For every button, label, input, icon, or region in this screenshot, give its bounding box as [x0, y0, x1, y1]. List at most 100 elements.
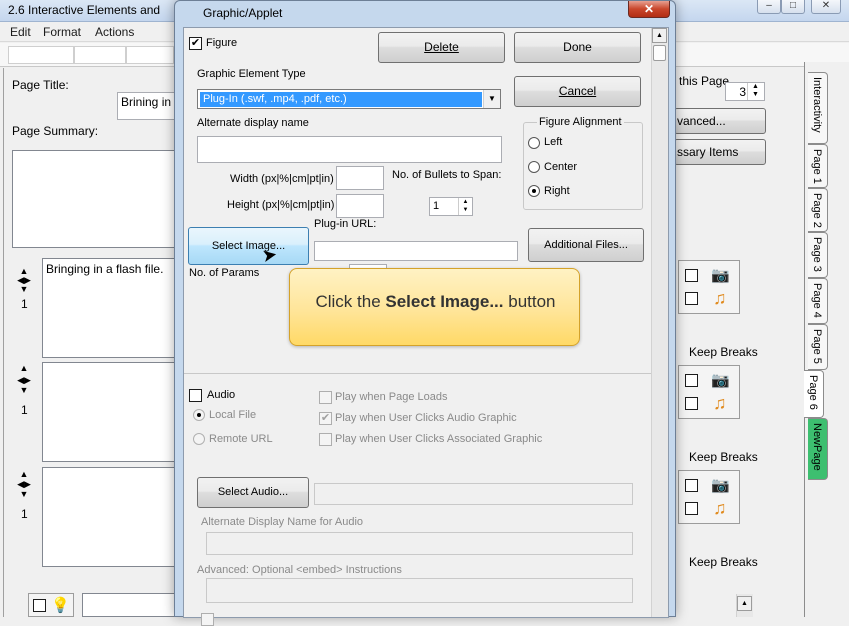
extra-option-checkbox[interactable]: [201, 613, 214, 626]
figure-checkbox[interactable]: ✔: [189, 37, 202, 50]
tab-page-4[interactable]: Page 4: [808, 278, 828, 324]
move-down-icon[interactable]: ▼: [17, 489, 31, 501]
tab-page-3[interactable]: Page 3: [808, 232, 828, 278]
local-file-label: Local File: [209, 409, 257, 421]
image-checkbox[interactable]: [685, 374, 698, 387]
align-left-label[interactable]: Left: [544, 136, 562, 148]
callout-prefix: Click the: [315, 292, 386, 311]
dialog-close-button[interactable]: ✕: [628, 1, 670, 18]
move-down-icon[interactable]: ▼: [17, 385, 31, 397]
menu-edit[interactable]: Edit: [10, 25, 31, 39]
image-checkbox[interactable]: [685, 479, 698, 492]
select-image-button[interactable]: Select Image...: [188, 227, 309, 265]
editor-scrollbar[interactable]: ▲: [736, 594, 753, 617]
keep-breaks-label[interactable]: Keep Breaks: [689, 450, 758, 464]
audio-file-input[interactable]: [314, 483, 633, 505]
tab-interactivity[interactable]: Interactivity: [808, 72, 828, 144]
camera-icon[interactable]: 📷: [711, 371, 735, 389]
image-checkbox[interactable]: [685, 269, 698, 282]
bullets-spinner-arrows-icon[interactable]: ▲ ▼: [458, 198, 472, 215]
advanced-embed-input[interactable]: [206, 578, 633, 603]
width-label: Width (px|%|cm|pt|in): [230, 173, 334, 185]
minimize-button[interactable]: –: [757, 0, 781, 14]
align-center-label[interactable]: Center: [544, 161, 577, 173]
delete-button[interactable]: Delete: [378, 32, 505, 63]
page-summary-input[interactable]: [12, 150, 178, 248]
width-input[interactable]: [336, 166, 384, 190]
dropdown-arrow-icon[interactable]: ▼: [483, 90, 500, 108]
additional-files-button[interactable]: Additional Files...: [528, 228, 644, 262]
alt-audio-name-input[interactable]: [206, 532, 633, 555]
bottom-text-input[interactable]: [82, 593, 182, 617]
maximize-button[interactable]: □: [781, 0, 805, 14]
row-number: 1: [21, 507, 28, 521]
remote-url-radio[interactable]: [193, 433, 205, 445]
select-audio-button[interactable]: Select Audio...: [197, 477, 309, 508]
tutorial-callout: Click the Select Image... button: [289, 268, 580, 346]
cancel-button[interactable]: Cancel: [514, 76, 641, 107]
row-number: 1: [21, 297, 28, 311]
align-center-radio[interactable]: [528, 161, 540, 173]
media-icon-group: 📷 ♫: [678, 470, 740, 524]
tab-page-5[interactable]: Page 5: [808, 324, 828, 370]
params-label: No. of Params: [189, 267, 260, 279]
play-page-loads-label: Play when Page Loads: [335, 391, 448, 403]
page-title-label: Page Title:: [12, 78, 69, 92]
tab-page-1[interactable]: Page 1: [808, 144, 828, 188]
row-text[interactable]: [42, 467, 182, 567]
local-file-radio[interactable]: [193, 409, 205, 421]
camera-icon[interactable]: 📷: [711, 266, 735, 284]
play-page-loads-checkbox[interactable]: [319, 391, 332, 404]
figure-alignment-group: [523, 122, 643, 210]
move-up-icon[interactable]: ▲: [17, 363, 31, 375]
done-button[interactable]: Done: [514, 32, 641, 63]
toolbar-slot[interactable]: [126, 46, 174, 64]
mouse-pointer-icon: ➤: [260, 243, 279, 267]
tab-new-page[interactable]: NewPage: [808, 418, 828, 480]
height-input[interactable]: [336, 194, 384, 218]
keep-breaks-label[interactable]: Keep Breaks: [689, 555, 758, 569]
music-note-icon[interactable]: ♫: [713, 288, 727, 309]
plugin-url-input[interactable]: [314, 241, 518, 261]
necessary-items-button[interactable]: ssary Items: [674, 139, 766, 165]
music-note-icon[interactable]: ♫: [713, 393, 727, 414]
bottom-checkbox[interactable]: [33, 599, 46, 612]
remote-url-label: Remote URL: [209, 433, 273, 445]
this-page-label: this Page: [679, 74, 730, 88]
tab-page-6[interactable]: Page 6: [804, 370, 824, 418]
alternate-display-name-input[interactable]: [197, 136, 502, 163]
dialog-title: Graphic/Applet: [203, 6, 283, 20]
audio-checkbox[interactable]: [685, 397, 698, 410]
row-text[interactable]: [42, 362, 182, 462]
audio-checkbox[interactable]: [189, 389, 202, 402]
audio-checkbox[interactable]: [685, 502, 698, 515]
tab-page-2[interactable]: Page 2: [808, 188, 828, 232]
align-right-label[interactable]: Right: [544, 185, 570, 197]
row-text[interactable]: Bringing in a flash file.: [42, 258, 182, 358]
toolbar-slot[interactable]: [8, 46, 74, 64]
menu-actions[interactable]: Actions: [95, 25, 134, 39]
advanced-embed-label: Advanced: Optional <embed> Instructions: [197, 564, 402, 576]
page-title-input[interactable]: Brining in a: [117, 92, 177, 120]
toolbar-slot[interactable]: [74, 46, 126, 64]
scrollbar-thumb[interactable]: [653, 45, 666, 61]
play-audio-graphic-checkbox[interactable]: ✔: [319, 412, 332, 425]
lightbulb-icon[interactable]: 💡: [51, 596, 70, 616]
scroll-up-icon[interactable]: ▲: [737, 596, 752, 611]
menu-format[interactable]: Format: [43, 25, 81, 39]
main-close-button[interactable]: ✕: [811, 0, 841, 14]
audio-checkbox[interactable]: [685, 292, 698, 305]
play-associated-graphic-checkbox[interactable]: [319, 433, 332, 446]
scroll-up-icon[interactable]: ▲: [652, 28, 667, 43]
align-left-radio[interactable]: [528, 137, 540, 149]
dialog-scrollbar[interactable]: ▲: [651, 28, 668, 617]
align-right-radio[interactable]: [528, 185, 540, 197]
music-note-icon[interactable]: ♫: [713, 498, 727, 519]
graphic-element-type-select[interactable]: Plug-In (.swf, .mp4, .pdf, etc.) ▼: [197, 89, 501, 109]
keep-breaks-label[interactable]: Keep Breaks: [689, 345, 758, 359]
spinner-arrows-icon[interactable]: ▲ ▼: [747, 83, 763, 100]
advanced-button[interactable]: vanced...: [674, 108, 766, 134]
camera-icon[interactable]: 📷: [711, 476, 735, 494]
alternate-display-name-label: Alternate display name: [197, 117, 309, 129]
move-down-icon[interactable]: ▼: [17, 284, 31, 296]
